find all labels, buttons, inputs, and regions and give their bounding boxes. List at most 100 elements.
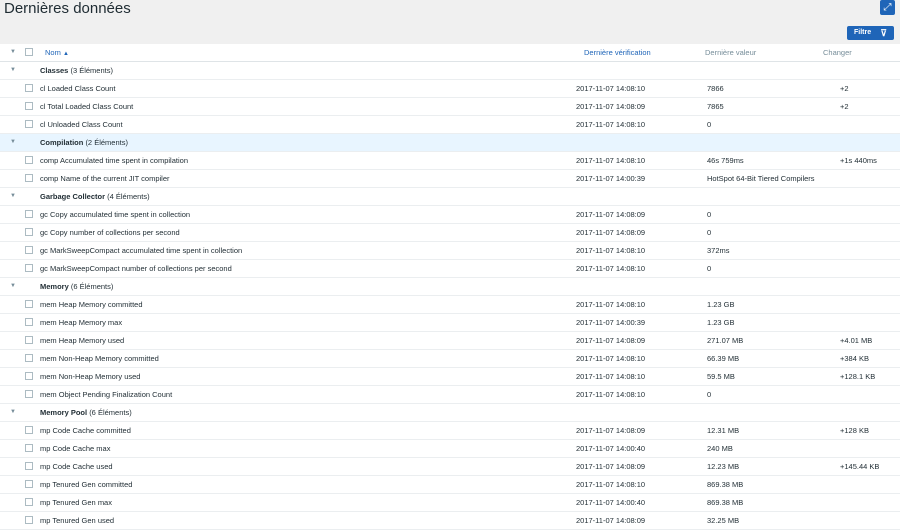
table-row: gc MarkSweepCompact accumulated time spe…: [0, 242, 900, 260]
table-row: mp Code Cache committed 2017-11-07 14:08:…: [0, 422, 900, 440]
group-name-wrap: Classes (3 Éléments): [40, 62, 113, 79]
collapse-all-toggle[interactable]: ▼: [10, 44, 16, 61]
collapse-group-toggle[interactable]: ▼: [10, 278, 16, 295]
item-name: mp Code Cache committed: [40, 426, 131, 435]
group-row[interactable]: ▼ Memory Pool (6 Éléments): [0, 404, 900, 422]
last-value: 0: [707, 264, 712, 273]
last-value: 0: [707, 390, 712, 399]
row-checkbox[interactable]: [25, 480, 33, 488]
funnel-icon: ⊽: [880, 28, 887, 38]
last-check-time: 2017-11-07 14:08:10: [576, 372, 646, 381]
row-checkbox[interactable]: [25, 264, 33, 272]
group-row[interactable]: ▼ Memory (6 Éléments): [0, 278, 900, 296]
change-header: Changer: [823, 48, 852, 57]
row-checkbox[interactable]: [25, 174, 33, 182]
table-row: mem Heap Memory max 2017-11-07 14:00:39 1.…: [0, 314, 900, 332]
last-value: 7866: [707, 84, 724, 93]
last-check-time: 2017-11-07 14:08:10: [576, 300, 646, 309]
group-name-wrap: Memory (6 Éléments): [40, 278, 113, 295]
last-check-time: 2017-11-07 14:08:09: [576, 462, 646, 471]
row-checkbox[interactable]: [25, 372, 33, 380]
last-check-time: 2017-11-07 14:08:10: [576, 264, 646, 273]
group-count: (3 Éléments): [70, 66, 113, 75]
last-check-time: 2017-11-07 14:08:10: [576, 246, 646, 255]
fullscreen-button[interactable]: ⤢: [880, 0, 895, 15]
last-value: 7865: [707, 102, 724, 111]
row-checkbox[interactable]: [25, 462, 33, 470]
last-check-time: 2017-11-07 14:08:09: [576, 102, 646, 111]
table-row: gc Copy accumulated time spent in collec…: [0, 206, 900, 224]
page-title: Dernières données: [4, 0, 131, 17]
table-row: gc MarkSweepCompact number of collection…: [0, 260, 900, 278]
group-name: Garbage Collector: [40, 192, 106, 201]
last-value: 869.38 MB: [707, 498, 744, 507]
last-check-time: 2017-11-07 14:08:10: [576, 120, 646, 129]
collapse-group-toggle[interactable]: ▼: [10, 188, 16, 205]
group-name-wrap: Memory Pool (6 Éléments): [40, 404, 132, 421]
item-name: comp Name of the current JIT compiler: [40, 174, 170, 183]
item-name: mem Heap Memory committed: [40, 300, 143, 309]
last-check-time: 2017-11-07 14:08:10: [576, 156, 646, 165]
item-name: cl Loaded Class Count: [40, 84, 116, 93]
last-value: HotSpot 64-Bit Tiered Compilers: [707, 174, 815, 183]
last-check-time: 2017-11-07 14:08:10: [576, 354, 646, 363]
last-check-time: 2017-11-07 14:00:40: [576, 498, 646, 507]
collapse-group-toggle[interactable]: ▼: [10, 62, 16, 79]
change-value: +2: [840, 84, 849, 93]
page-header: Dernières données ⤢ Filtre ⊽: [0, 0, 900, 44]
last-value: 1.23 GB: [707, 318, 735, 327]
row-checkbox[interactable]: [25, 426, 33, 434]
row-checkbox[interactable]: [25, 336, 33, 344]
table-row: mp Tenured Gen max 2017-11-07 14:00:40 869…: [0, 494, 900, 512]
row-checkbox[interactable]: [25, 516, 33, 524]
sort-by-name-link[interactable]: Nom ▲: [45, 44, 69, 63]
last-check-time: 2017-11-07 14:08:10: [576, 480, 646, 489]
group-count: (4 Éléments): [107, 192, 150, 201]
table-row: comp Name of the current JIT compiler 201…: [0, 170, 900, 188]
last-check-time: 2017-11-07 14:08:09: [576, 210, 646, 219]
item-name: comp Accumulated time spent in compilati…: [40, 156, 188, 165]
last-value: 12.31 MB: [707, 426, 740, 435]
filter-label: Filtre: [854, 29, 872, 36]
change-value: +128 KB: [840, 426, 869, 435]
select-all-checkbox[interactable]: [25, 48, 33, 56]
collapse-group-toggle[interactable]: ▼: [10, 404, 16, 421]
group-name: Memory: [40, 282, 69, 291]
row-checkbox[interactable]: [25, 300, 33, 308]
row-checkbox[interactable]: [25, 444, 33, 452]
row-checkbox[interactable]: [25, 246, 33, 254]
row-checkbox[interactable]: [25, 102, 33, 110]
collapse-group-toggle[interactable]: ▼: [10, 134, 16, 151]
table-row: mem Heap Memory committed 2017-11-07 14:0…: [0, 296, 900, 314]
group-name: Classes: [40, 66, 69, 75]
name-header-label: Nom: [45, 48, 61, 57]
group-row[interactable]: ▼ Classes (3 Éléments): [0, 62, 900, 80]
row-checkbox[interactable]: [25, 318, 33, 326]
table-row: mem Object Pending Finalization Count 201…: [0, 386, 900, 404]
last-check-time: 2017-11-07 14:00:39: [576, 174, 646, 183]
change-value: +2: [840, 102, 849, 111]
last-value: 869.38 MB: [707, 480, 744, 489]
item-name: mem Non-Heap Memory committed: [40, 354, 159, 363]
group-row[interactable]: ▼ Compilation (2 Éléments): [0, 134, 900, 152]
table-row: comp Accumulated time spent in compilati…: [0, 152, 900, 170]
item-name: mem Heap Memory used: [40, 336, 125, 345]
group-name: Memory Pool: [40, 408, 88, 417]
group-row[interactable]: ▼ Garbage Collector (4 Éléments): [0, 188, 900, 206]
sort-by-last-check-link[interactable]: Dernière vérification: [584, 44, 651, 61]
row-checkbox[interactable]: [25, 498, 33, 506]
filter-button[interactable]: Filtre ⊽: [847, 26, 894, 40]
table-row: mp Tenured Gen used 2017-11-07 14:08:09 32…: [0, 512, 900, 530]
table-row: gc Copy number of collections per second…: [0, 224, 900, 242]
row-checkbox[interactable]: [25, 354, 33, 362]
row-checkbox[interactable]: [25, 210, 33, 218]
row-checkbox[interactable]: [25, 390, 33, 398]
row-checkbox[interactable]: [25, 120, 33, 128]
row-checkbox[interactable]: [25, 84, 33, 92]
table-header: ▼ Nom ▲ Dernière vérification Dernière v…: [0, 44, 900, 62]
row-checkbox[interactable]: [25, 228, 33, 236]
change-value: +1s 440ms: [840, 156, 877, 165]
last-value: 46s 759ms: [707, 156, 744, 165]
group-name: Compilation: [40, 138, 84, 147]
row-checkbox[interactable]: [25, 156, 33, 164]
